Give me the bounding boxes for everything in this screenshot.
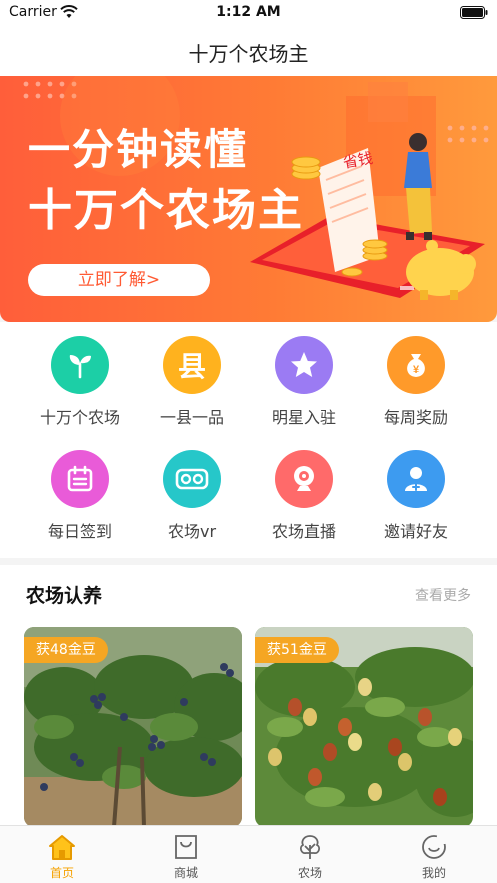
sprout-icon	[51, 336, 109, 394]
section-title: 农场认养	[26, 585, 103, 607]
navigation-bar: 十万个农场主	[0, 26, 497, 76]
star-icon	[275, 336, 333, 394]
adoption-card-jujube[interactable]: 获51金豆	[255, 627, 473, 827]
shortcut-label: 十万个农场	[39, 408, 120, 427]
shortcut-celebrity[interactable]: 明星入驻	[249, 336, 359, 428]
invite-user-icon	[387, 450, 445, 508]
shortcut-label: 明星入驻	[271, 408, 336, 427]
view-more-link[interactable]: 查看更多	[415, 585, 471, 605]
vr-icon	[163, 450, 221, 508]
farm-adoption-section: 农场认养 查看更多 获48金豆 获51金豆	[0, 565, 497, 827]
tab-label: 农场	[297, 866, 322, 880]
county-glyph: 县	[177, 350, 206, 383]
home-icon	[22, 832, 102, 862]
tab-label: 商城	[173, 866, 198, 880]
shortcut-farms[interactable]: 十万个农场	[25, 336, 135, 428]
tab-label: 首页	[49, 866, 74, 880]
page-title: 十万个农场主	[188, 42, 309, 66]
shortcut-farm-live[interactable]: 农场直播	[249, 450, 359, 542]
reward-badge: 获48金豆	[24, 637, 108, 663]
shortcut-farm-vr[interactable]: 农场vr	[137, 450, 247, 542]
reward-badge: 获51金豆	[255, 637, 339, 663]
tab-label: 我的	[421, 866, 446, 880]
tab-mall[interactable]: 商城	[146, 832, 226, 881]
banner-title-line2: 十万个农场主	[28, 185, 304, 236]
tab-profile[interactable]: 我的	[394, 832, 474, 881]
svg-text:¥: ¥	[413, 364, 420, 376]
shortcut-label: 农场vr	[167, 522, 217, 541]
shortcut-county-product[interactable]: 县 一县一品	[137, 336, 247, 428]
status-bar: Carrier 1:12 AM	[0, 0, 497, 26]
shortcut-label: 农场直播	[271, 522, 336, 541]
bottom-tab-bar: 首页 商城 农场 我的	[0, 825, 497, 883]
tab-home[interactable]: 首页	[22, 832, 102, 881]
banner-title-line1: 一分钟读懂	[28, 125, 249, 174]
shortcut-label: 一县一品	[159, 408, 224, 427]
shortcut-daily-checkin[interactable]: 每日签到	[25, 450, 135, 542]
shortcut-label: 邀请好友	[383, 522, 448, 541]
shortcut-weekly-reward[interactable]: ¥ 每周奖励	[361, 336, 471, 428]
shopping-bag-icon	[146, 832, 226, 862]
learn-more-button[interactable]: 立即了解>	[28, 264, 210, 296]
profile-icon	[394, 832, 474, 862]
shortcut-invite-friends[interactable]: 邀请好友	[361, 450, 471, 542]
county-icon: 县	[163, 336, 221, 394]
calendar-icon	[51, 450, 109, 508]
webcam-icon	[275, 450, 333, 508]
status-time: 1:12 AM	[216, 4, 281, 20]
tab-farm[interactable]: 农场	[270, 832, 350, 881]
adoption-card-blueberry[interactable]: 获48金豆	[24, 627, 242, 827]
tree-icon	[270, 832, 350, 862]
shortcut-label: 每周奖励	[383, 408, 448, 427]
battery-icon	[460, 6, 488, 19]
money-bag-icon: ¥	[387, 336, 445, 394]
promo-banner[interactable]: 省钱 一分钟读懂 十万个农场主 立即了解>	[0, 76, 497, 322]
shortcut-grid: 十万个农场 县 一县一品 明星入驻 ¥ 每周奖励 每日签到 农场vr 农场直播 …	[0, 322, 497, 558]
shortcut-label: 每日签到	[47, 522, 112, 541]
